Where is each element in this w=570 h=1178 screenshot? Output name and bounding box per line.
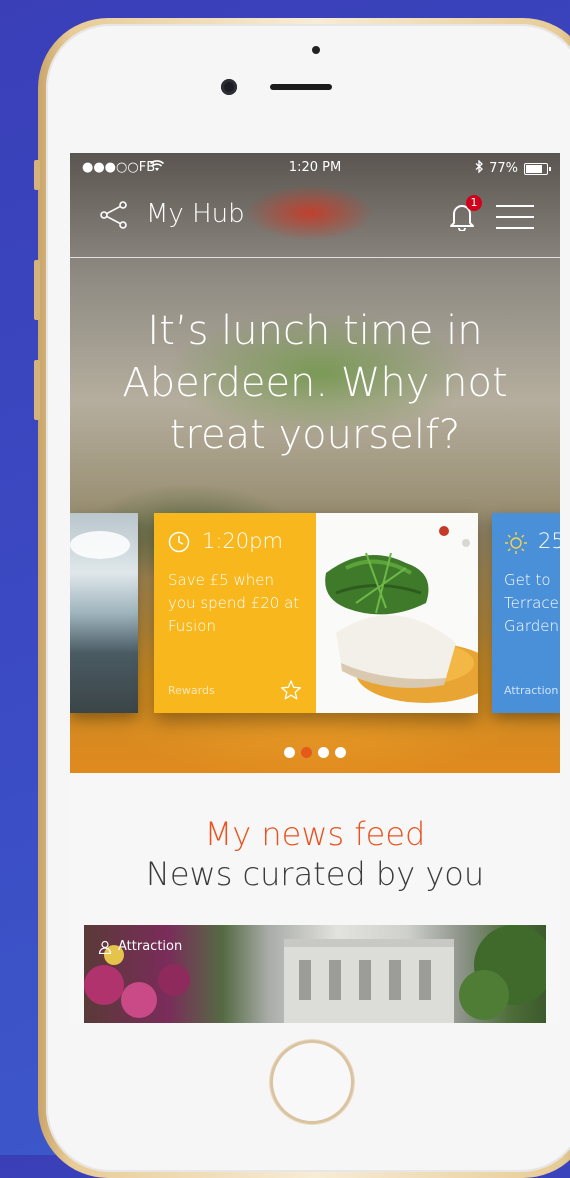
card-previous[interactable]: [70, 513, 138, 713]
home-button[interactable]: [270, 1040, 354, 1124]
feed-item-card[interactable]: Attraction: [84, 925, 546, 1023]
feed-item-tag: Attraction: [98, 939, 182, 954]
earpiece-speaker: [270, 84, 332, 90]
hero-headline: It’s lunch time in Aberdeen. Why not tre…: [122, 308, 508, 458]
card-description: Save £5 when you spend £20 at Fusion: [168, 571, 300, 635]
news-feed-section: My news feed News curated by you Attract…: [70, 773, 560, 1023]
hamburger-menu-icon[interactable]: [496, 205, 534, 233]
person-icon: [98, 940, 112, 954]
battery-icon: [524, 162, 551, 175]
pagination-dot[interactable]: [335, 747, 346, 758]
card-attraction-terrace[interactable]: 25 Get to Terrace Garden Attraction: [492, 513, 560, 713]
proximity-sensor: [312, 46, 320, 54]
card-description: Get to Terrace Garden: [504, 571, 559, 635]
card-info-panel: 1:20pm Save £5 when you spend £20 at Fus…: [154, 513, 316, 713]
pagination-dot[interactable]: [318, 747, 329, 758]
cloud-image-detail: [70, 531, 130, 559]
card-carousel[interactable]: 1:20pm Save £5 when you spend £20 at Fus…: [70, 513, 560, 713]
page-title: My Hub: [146, 199, 245, 229]
star-icon[interactable]: [280, 679, 302, 701]
battery-percent: 77%: [489, 161, 518, 176]
share-icon[interactable]: [98, 199, 130, 231]
card-category: Rewards: [168, 684, 215, 697]
feed-subtitle: News curated by you: [145, 855, 485, 893]
pagination-dot[interactable]: [284, 747, 295, 758]
bluetooth-icon: [475, 159, 484, 177]
food-photo: [316, 513, 478, 713]
card-time: 1:20pm: [202, 529, 283, 553]
volume-down-button: [34, 360, 40, 420]
feed-title: My news feed: [204, 815, 426, 853]
status-bar: ●●●○○FB 1:20 PM 77%: [70, 153, 560, 183]
card-temperature: 25: [538, 529, 560, 553]
status-right: 77%: [475, 159, 551, 177]
carousel-pagination: [70, 743, 560, 762]
app-header: My Hub 1: [70, 185, 560, 258]
notification-badge: 1: [466, 195, 482, 211]
sun-icon: [505, 532, 527, 554]
feed-item-category: Attraction: [118, 939, 183, 954]
app-screen: ●●●○○FB 1:20 PM 77% My Hub 1 It’s lunch …: [70, 153, 560, 1023]
pagination-dot-active[interactable]: [301, 747, 312, 758]
clock-icon: [168, 531, 190, 553]
card-category: Attraction: [504, 684, 559, 697]
volume-up-button: [34, 260, 40, 320]
card-reward-fusion[interactable]: 1:20pm Save £5 when you spend £20 at Fus…: [154, 513, 478, 713]
front-camera: [221, 79, 237, 95]
mute-switch: [34, 160, 40, 190]
